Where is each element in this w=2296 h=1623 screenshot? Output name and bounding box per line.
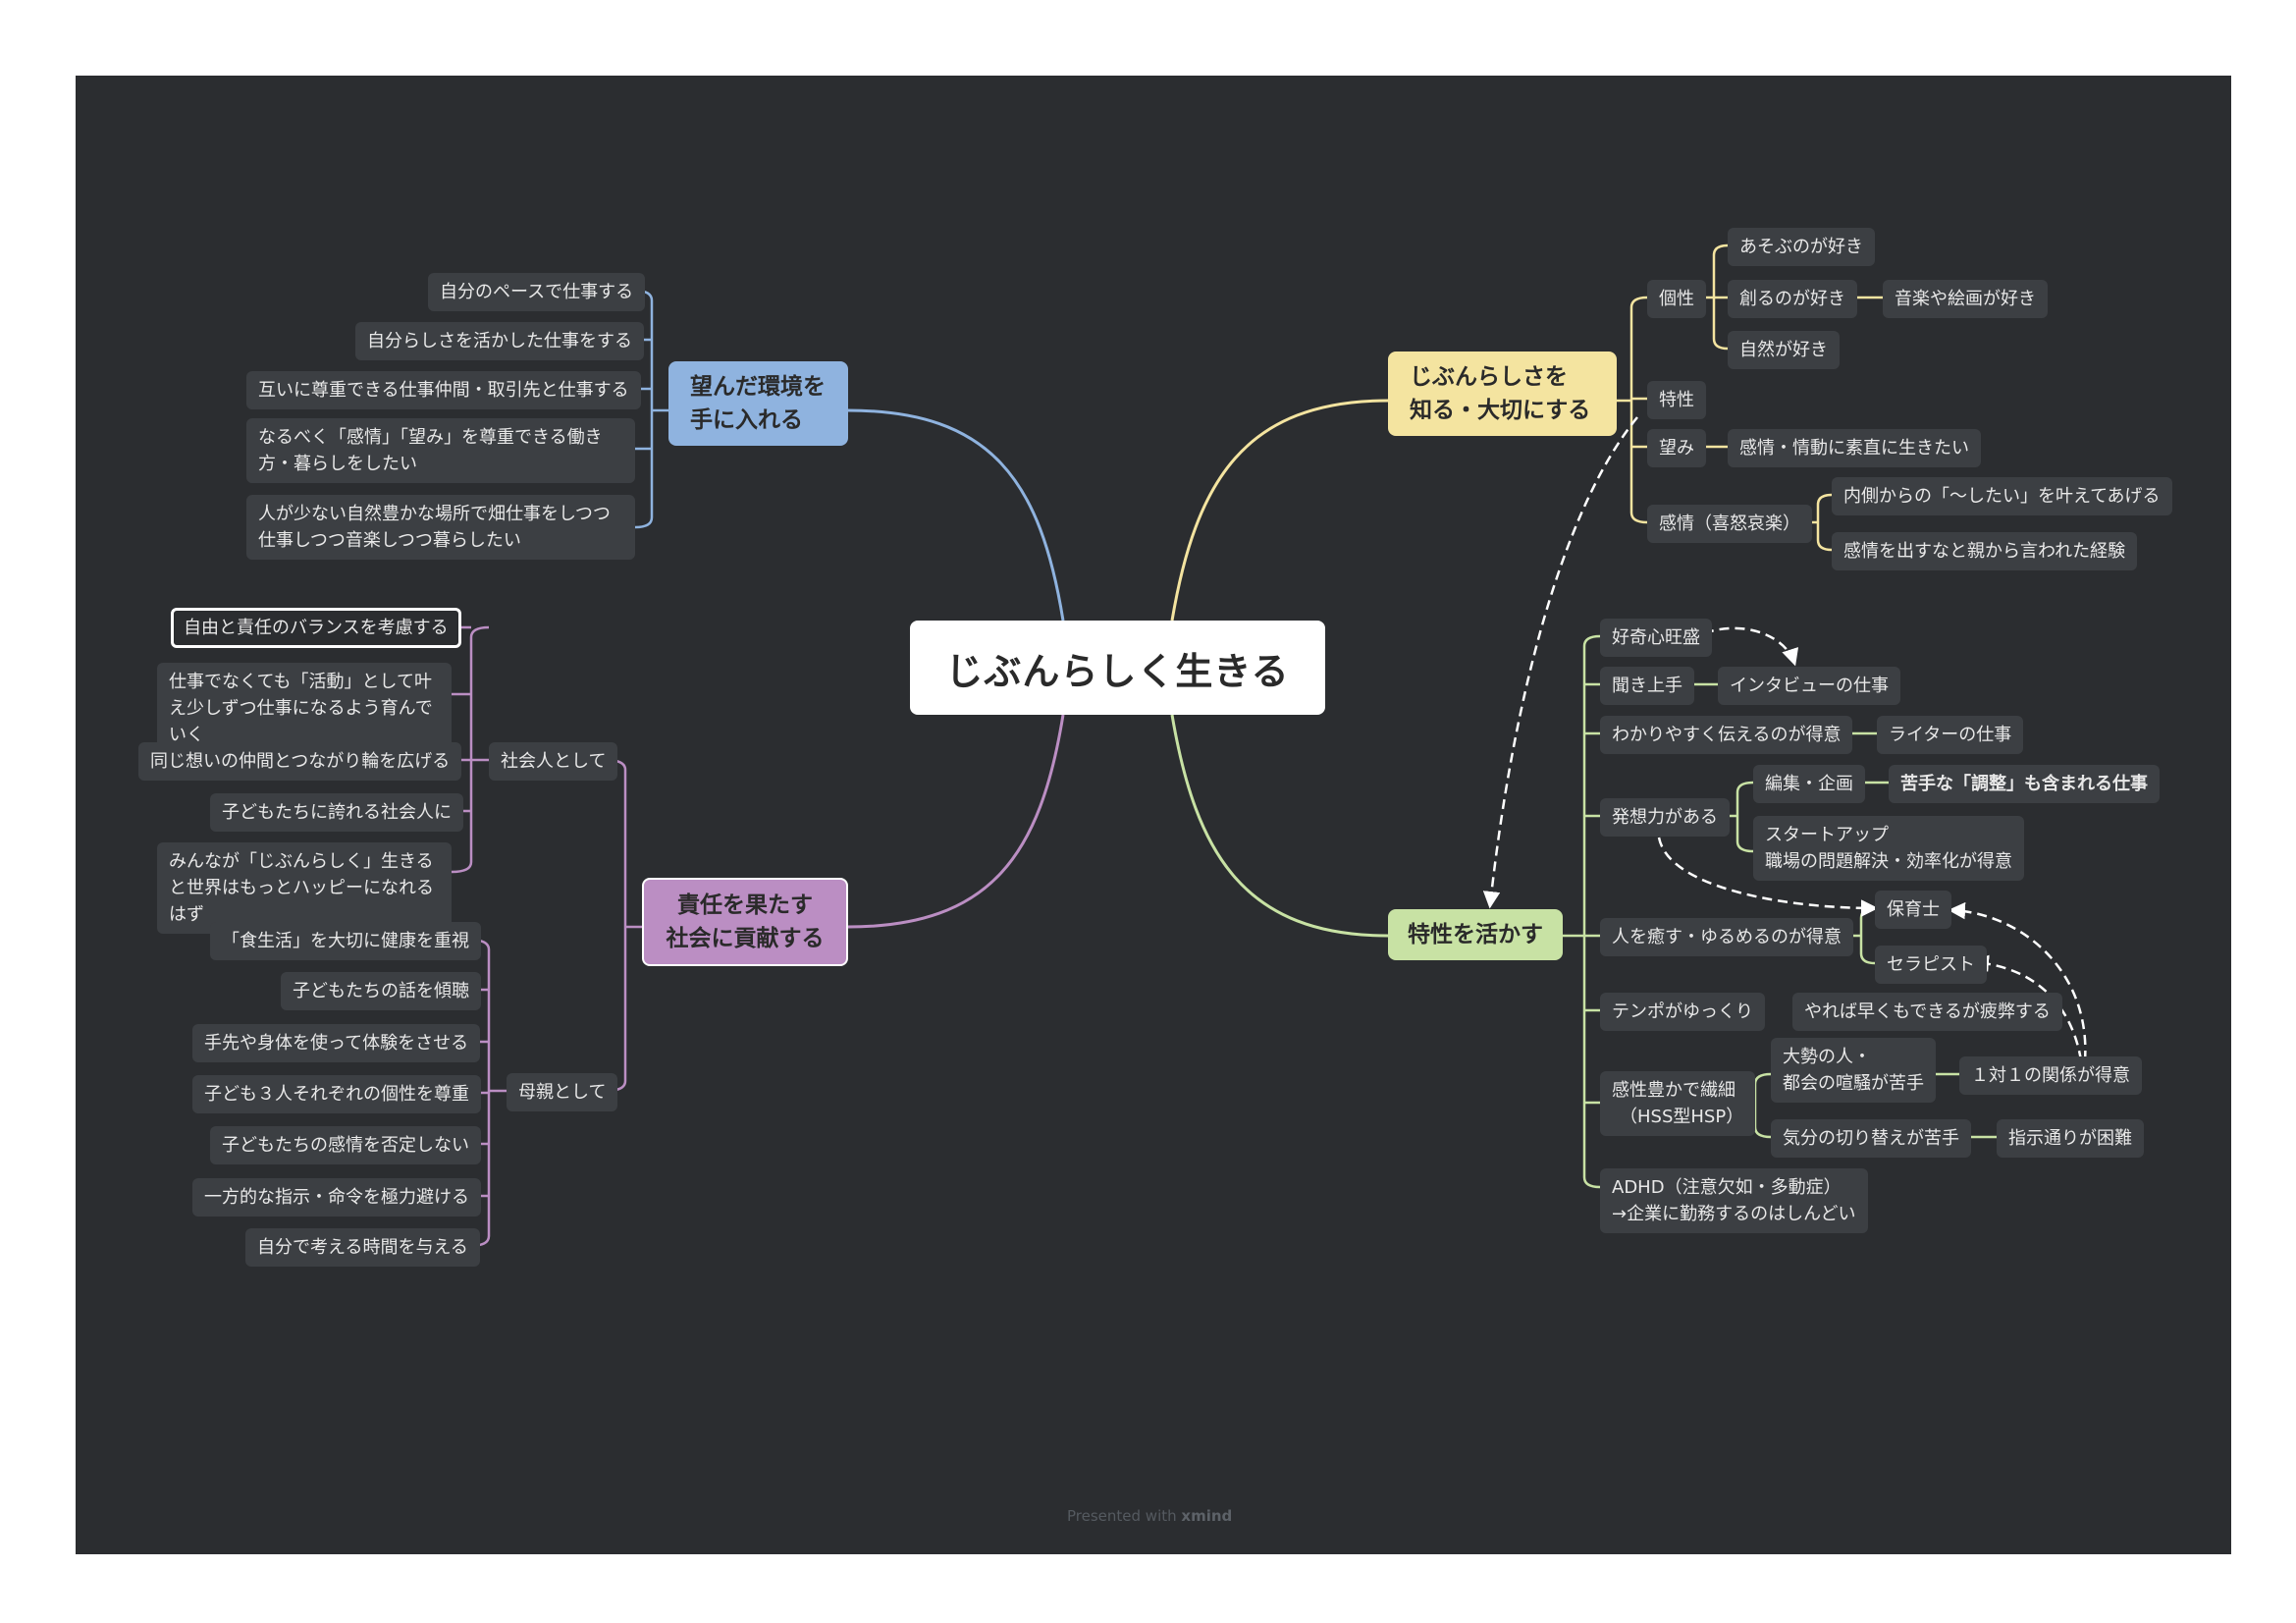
- individuality-topic[interactable]: 個性: [1647, 280, 1706, 318]
- branch-self-line2: 知る・大切にする: [1410, 398, 1591, 423]
- mother-item-7[interactable]: 自分で考える時間を与える: [245, 1228, 480, 1267]
- trait-writer[interactable]: ライターの仕事: [1877, 716, 2024, 754]
- mother-item-3[interactable]: 手先や身体を使って体験をさせる: [192, 1024, 481, 1062]
- trait-tired[interactable]: やれば早くもできるが疲弊する: [1792, 993, 2062, 1031]
- mother-item-1[interactable]: 「食生活」を大切に健康を重視: [210, 922, 481, 960]
- emotion-topic[interactable]: 感情（喜怒哀楽）: [1647, 505, 1812, 543]
- mother-item-2[interactable]: 子どもたちの話を傾聴: [281, 972, 481, 1010]
- trait-switch[interactable]: 気分の切り替えが苦手: [1771, 1119, 1971, 1158]
- footer-credit: Presented with xmind: [1067, 1507, 1232, 1525]
- mother-item-6[interactable]: 一方的な指示・命令を極力避ける: [192, 1178, 481, 1217]
- trait-crowd-line1: 大勢の人・: [1783, 1047, 1871, 1067]
- environment-item-1[interactable]: 自分のペースで仕事する: [428, 273, 646, 311]
- trait-adhd[interactable]: ADHD（注意欠如・多動症） →企業に勤務するのはしんどい: [1600, 1168, 1868, 1233]
- trait-sensitive-line1: 感性豊かで繊細: [1612, 1080, 1735, 1101]
- mother-topic[interactable]: 母親として: [507, 1073, 618, 1111]
- branch-environment-line1: 望んだ環境を: [690, 374, 826, 400]
- trait-curiosity[interactable]: 好奇心旺盛: [1600, 619, 1712, 657]
- trait-editing[interactable]: 編集・企画: [1753, 765, 1865, 803]
- society-item-5[interactable]: みんなが「じぶんらしく」生きると世界はもっとハッピーになれるはず: [157, 842, 452, 934]
- wish-topic[interactable]: 望み: [1647, 429, 1706, 467]
- environment-item-5[interactable]: 人が少ない自然豊かな場所で畑仕事をしつつ仕事しつつ音楽しつつ暮らしたい: [246, 495, 635, 560]
- trait-startup[interactable]: スタートアップ 職場の問題解決・効率化が得意: [1753, 816, 2024, 881]
- trait-adhd-line2: →企業に勤務するのはしんどい: [1612, 1204, 1856, 1224]
- trait-adjust[interactable]: 苦手な「調整」も含まれる仕事: [1889, 765, 2160, 803]
- wish-item[interactable]: 感情・情動に素直に生きたい: [1728, 429, 1981, 467]
- trait-listener[interactable]: 聞き上手: [1600, 667, 1694, 705]
- footer-brand: xmind: [1181, 1507, 1233, 1525]
- society-topic[interactable]: 社会人として: [489, 742, 618, 781]
- footer-prefix: Presented with: [1067, 1507, 1177, 1525]
- society-item-3[interactable]: 同じ想いの仲間とつながり輪を広げる: [138, 742, 462, 781]
- environment-item-3[interactable]: 互いに尊重できる仕事仲間・取引先と仕事する: [246, 371, 641, 409]
- society-item-1[interactable]: 自由と責任のバランスを考慮する: [171, 608, 461, 648]
- emotion-item-2[interactable]: 感情を出すなと親から言われた経験: [1832, 532, 2138, 570]
- trait-explain[interactable]: わかりやすく伝えるのが得意: [1600, 716, 1853, 754]
- trait-one-on-one[interactable]: １対１の関係が得意: [1959, 1056, 2142, 1095]
- branch-self[interactable]: じぶんらしさを 知る・大切にする: [1388, 352, 1617, 436]
- trait-startup-line2: 職場の問題解決・効率化が得意: [1765, 851, 2012, 872]
- trait-sensitive-line2: （HSS型HSP）: [1620, 1107, 1744, 1127]
- trait-topic[interactable]: 特性: [1647, 381, 1706, 419]
- environment-item-4[interactable]: なるべく「感情」「望み」を尊重できる働き方・暮らしをしたい: [246, 418, 635, 483]
- mother-item-4[interactable]: 子ども３人それぞれの個性を尊重: [192, 1075, 481, 1113]
- trait-adhd-line1: ADHD（注意欠如・多動症）: [1612, 1177, 1842, 1198]
- branch-responsibility-line2: 社会に貢献する: [666, 926, 825, 951]
- trait-heal[interactable]: 人を癒す・ゆるめるのが得意: [1600, 918, 1853, 956]
- branch-environment-line2: 手に入れる: [690, 407, 803, 433]
- trait-ideas[interactable]: 発想力がある: [1600, 798, 1730, 837]
- trait-crowd-line2: 都会の喧騒が苦手: [1783, 1073, 1924, 1094]
- emotion-item-1[interactable]: 内側からの「〜したい」を叶えてあげる: [1832, 477, 2172, 515]
- branch-environment[interactable]: 望んだ環境を 手に入れる: [668, 361, 848, 446]
- individuality-item-3[interactable]: 自然が好き: [1728, 331, 1840, 369]
- trait-startup-line1: スタートアップ: [1765, 825, 1889, 845]
- individuality-item-1[interactable]: あそぶのが好き: [1728, 228, 1875, 266]
- trait-crowd[interactable]: 大勢の人・ 都会の喧騒が苦手: [1771, 1038, 1936, 1103]
- branch-responsibility[interactable]: 責任を果たす 社会に貢献する: [642, 878, 848, 966]
- trait-therapist[interactable]: セラピスト: [1875, 946, 1987, 984]
- branch-responsibility-line1: 責任を果たす: [677, 893, 813, 918]
- branch-self-line1: じぶんらしさを: [1410, 364, 1568, 390]
- individuality-sub[interactable]: 音楽や絵画が好き: [1883, 280, 2048, 318]
- trait-interview[interactable]: インタビューの仕事: [1718, 667, 1900, 705]
- root-topic[interactable]: じぶんらしく生きる: [910, 621, 1325, 715]
- branch-traits[interactable]: 特性を活かす: [1388, 909, 1563, 960]
- trait-sensitive[interactable]: 感性豊かで繊細 （HSS型HSP）: [1600, 1071, 1756, 1136]
- trait-nursery[interactable]: 保育士: [1875, 891, 1951, 929]
- mother-item-5[interactable]: 子どもたちの感情を否定しない: [210, 1126, 481, 1164]
- society-item-4[interactable]: 子どもたちに誇れる社会人に: [210, 793, 463, 832]
- individuality-item-2[interactable]: 創るのが好き: [1728, 280, 1857, 318]
- trait-tempo[interactable]: テンポがゆっくり: [1600, 993, 1765, 1031]
- trait-instructions[interactable]: 指示通りが困難: [1997, 1119, 2144, 1158]
- environment-item-2[interactable]: 自分らしさを活かした仕事をする: [355, 322, 644, 360]
- society-item-2[interactable]: 仕事でなくても「活動」として叶え少しずつ仕事になるよう育んでいく: [157, 663, 452, 754]
